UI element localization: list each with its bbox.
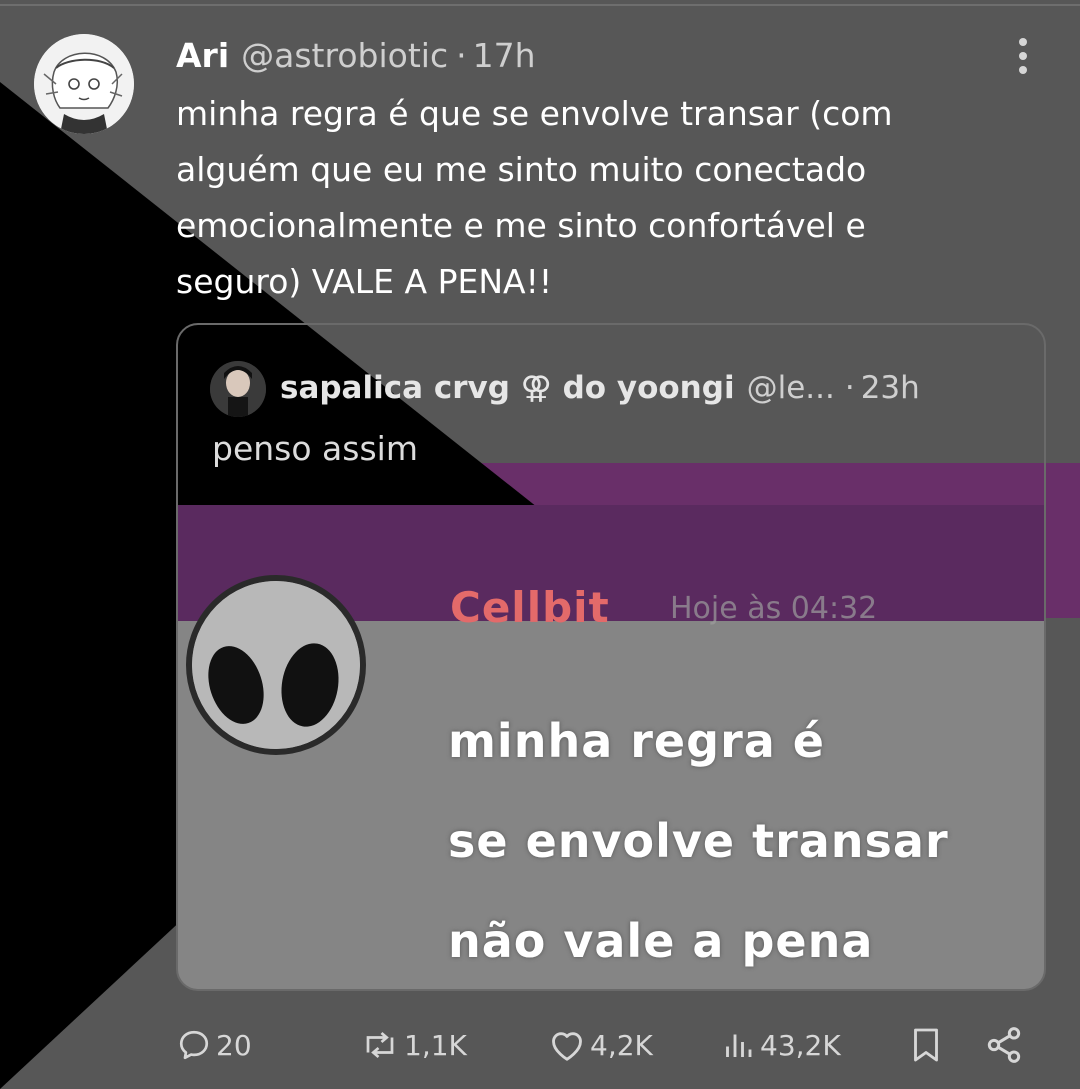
media-message-line: se envolve transar (448, 814, 949, 868)
quoted-author-name[interactable]: sapalica crvg ⚢ do yoongi (280, 370, 735, 406)
quoted-tweet-header: sapalica crvg ⚢ do yoongi @le... · 23h (280, 363, 920, 413)
quoted-tweet[interactable]: sapalica crvg ⚢ do yoongi @le... · 23h p… (176, 323, 1046, 991)
reply-count: 20 (216, 1028, 252, 1062)
reply-button[interactable]: 20 (176, 1018, 252, 1072)
quoted-tweet-text: penso assim (212, 429, 418, 468)
share-button[interactable] (984, 1018, 1024, 1072)
tweet-text-line: emocionalmente e me sinto confortável e (176, 206, 866, 245)
media-avatar (186, 575, 366, 755)
like-icon (552, 1032, 582, 1061)
tweet-text-line: minha regra é que se envolve transar (co… (176, 94, 893, 133)
media-message-line: minha regra é (448, 714, 826, 768)
like-button[interactable]: 4,2K (548, 1018, 653, 1072)
tweet-text-line: alguém que eu me sinto muito conectado (176, 150, 867, 189)
bookmark-icon (914, 1028, 938, 1062)
author-handle[interactable]: @astrobiotic (241, 36, 448, 75)
tweet-text: minha regra é que se envolve transar (co… (176, 86, 1036, 310)
tweet-text-line: seguro) VALE A PENA!! (176, 262, 553, 301)
repost-count: 1,1K (404, 1028, 467, 1062)
tweet-header: Ari @astrobiotic · 17h (176, 30, 536, 80)
share-icon (987, 1027, 1021, 1063)
separator-dot: · (844, 370, 855, 406)
media-username: Cellbit (450, 583, 610, 632)
more-options-icon[interactable] (1008, 36, 1038, 76)
views-icon (726, 1034, 752, 1057)
media-timestamp: Hoje às 04:32 (670, 591, 878, 626)
separator-dot: · (456, 35, 467, 75)
tweet-time[interactable]: 17h (473, 36, 536, 75)
top-divider (0, 4, 1080, 6)
views-button[interactable]: 43,2K (720, 1018, 841, 1072)
media-message: minha regra é se envolve transar não val… (448, 691, 949, 989)
tweet-actions: 20 1,1K 4,2K 43,2K (0, 1018, 1080, 1072)
author-avatar[interactable] (34, 34, 134, 134)
repost-button[interactable]: 1,1K (360, 1018, 467, 1072)
quoted-tweet-time: 23h (860, 370, 920, 406)
quoted-media-image[interactable]: Cellbit Hoje às 04:32 minha regra é se e… (178, 505, 1044, 989)
bookmark-button[interactable] (908, 1018, 944, 1072)
author-name[interactable]: Ari (176, 36, 229, 75)
quoted-author-handle[interactable]: @le... (747, 370, 835, 406)
like-count: 4,2K (590, 1028, 653, 1062)
views-count: 43,2K (760, 1028, 841, 1062)
quoted-author-avatar (210, 361, 266, 417)
repost-icon (366, 1031, 394, 1059)
media-message-line: não vale a pena (448, 914, 874, 968)
reply-icon (179, 1030, 209, 1060)
